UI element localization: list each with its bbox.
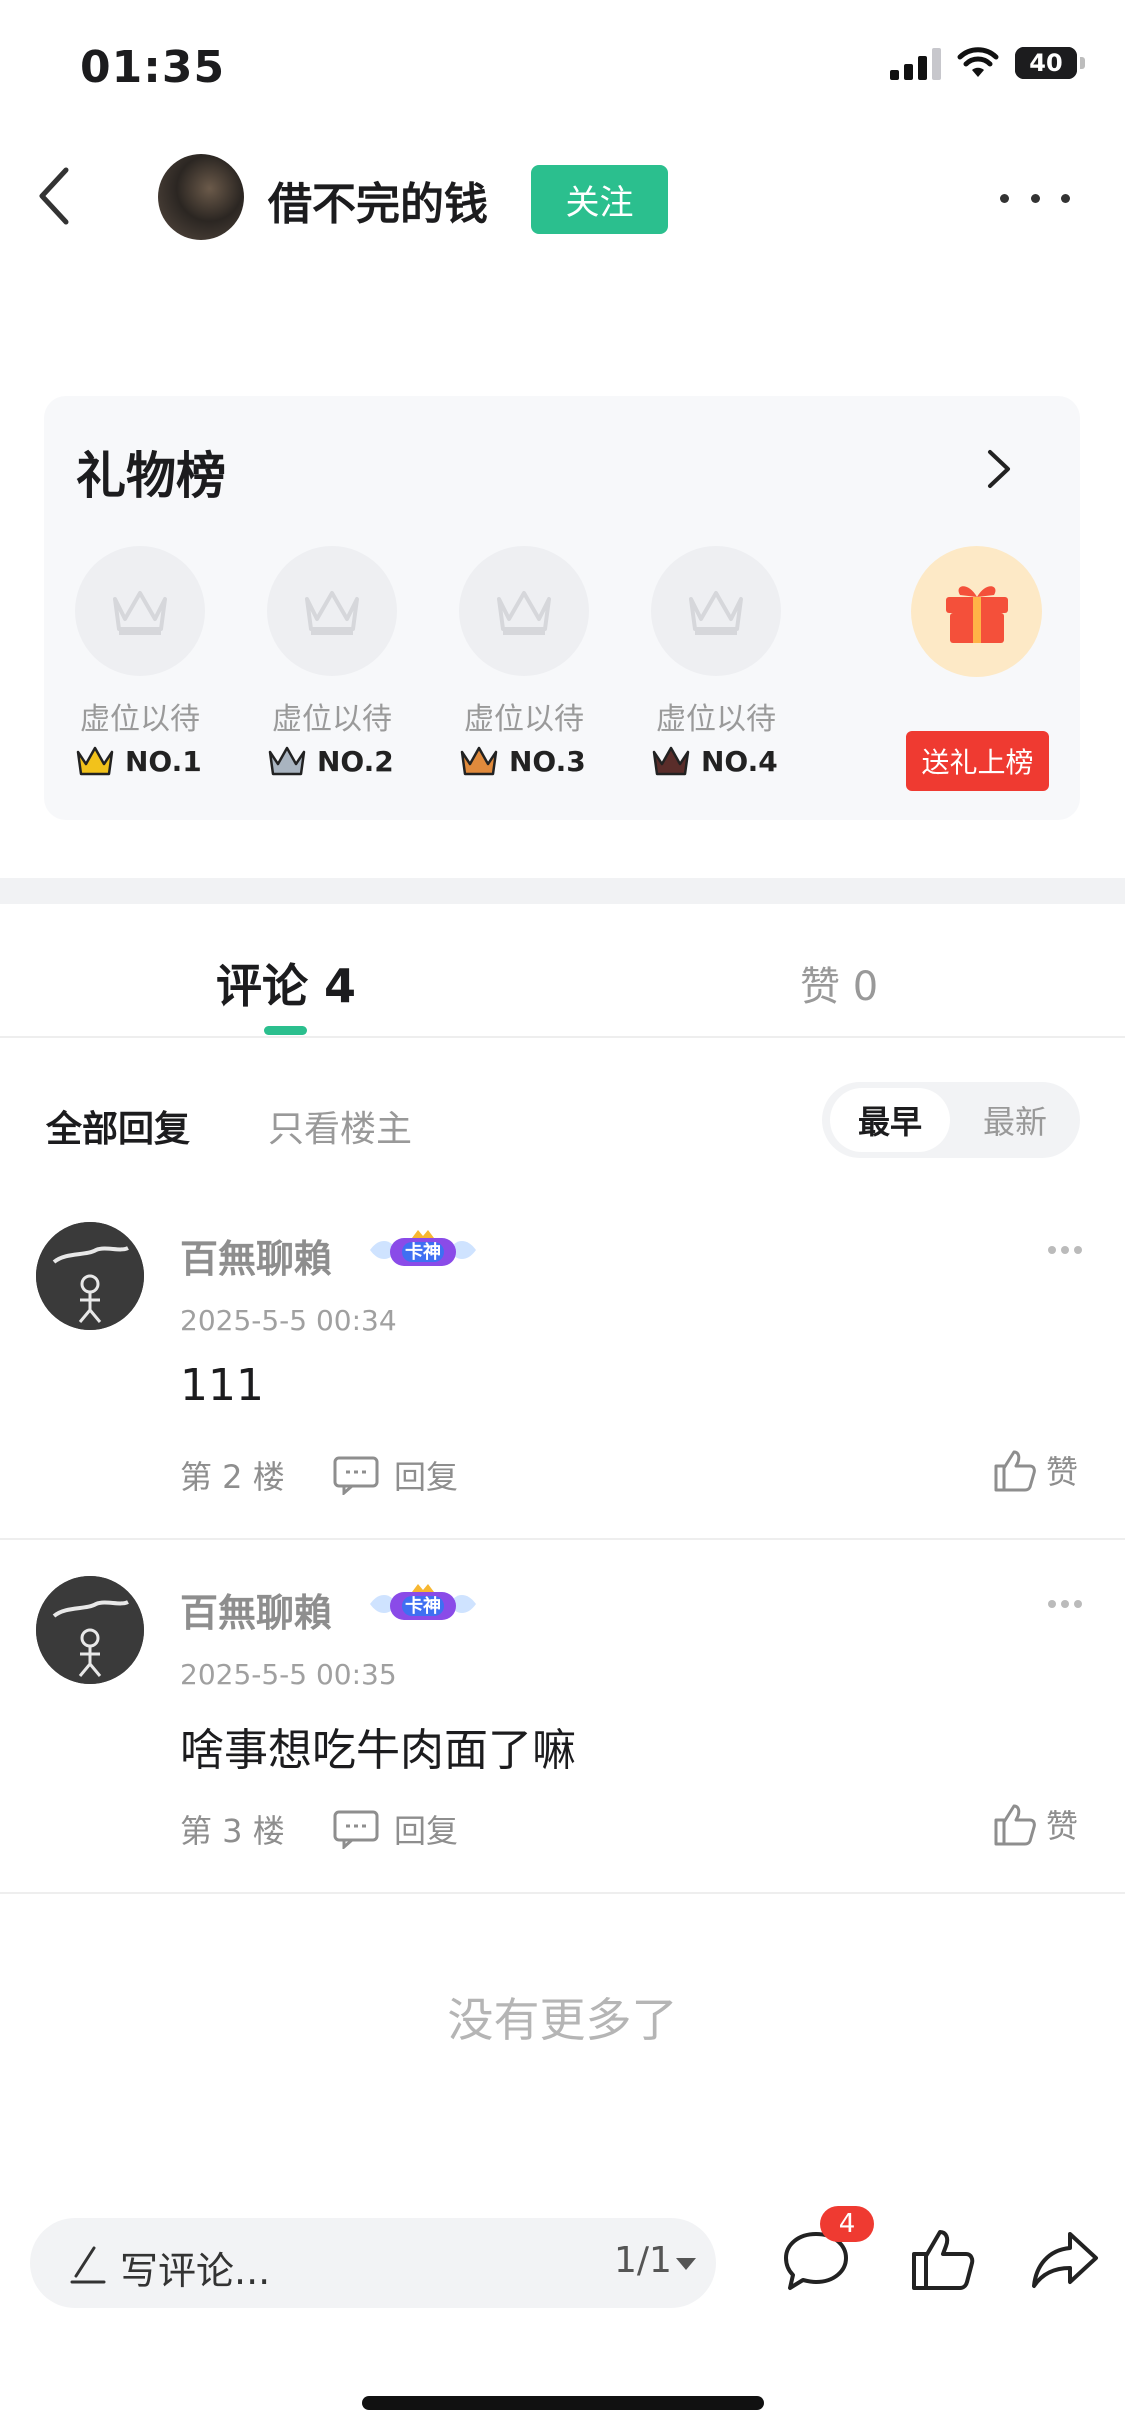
commenter-name[interactable]: 百無聊賴 bbox=[180, 1582, 332, 1637]
send-gift-button[interactable]: 送礼上榜 bbox=[906, 731, 1049, 791]
filter-owner-only[interactable]: 只看楼主 bbox=[268, 1100, 412, 1152]
comment-like-button[interactable]: 赞 bbox=[990, 1446, 1078, 1494]
pen-icon bbox=[70, 2246, 106, 2284]
home-indicator bbox=[362, 2396, 764, 2410]
gold-crown-icon bbox=[76, 746, 114, 776]
badge-label: 卡神 bbox=[405, 1242, 441, 1263]
empty-slot-crown-icon bbox=[651, 546, 781, 676]
reply-bubble-icon bbox=[333, 1810, 379, 1849]
status-icons: 40 bbox=[890, 46, 1085, 80]
comment-more-button[interactable] bbox=[1048, 1600, 1082, 1610]
rank-label: NO.1 bbox=[125, 744, 202, 778]
empty-slot-crown-icon bbox=[267, 546, 397, 676]
filter-all-replies[interactable]: 全部回复 bbox=[46, 1100, 190, 1152]
follow-button[interactable]: 关注 bbox=[531, 165, 668, 234]
dark-crown-icon bbox=[652, 746, 690, 776]
tab-divider bbox=[0, 1036, 1125, 1038]
gift-slot-1[interactable]: 虚位以待 NO.1 bbox=[75, 546, 205, 778]
no-more-text: 没有更多了 bbox=[447, 1993, 678, 2047]
chevron-right-icon[interactable] bbox=[980, 444, 1016, 494]
reply-label: 回复 bbox=[394, 1458, 459, 1496]
sort-earliest-button[interactable]: 最早 bbox=[830, 1088, 950, 1152]
silver-crown-icon bbox=[268, 746, 306, 776]
sort-latest-button[interactable]: 最新 bbox=[960, 1088, 1070, 1152]
rank-label: NO.4 bbox=[701, 744, 778, 778]
badge-label: 卡神 bbox=[405, 1596, 441, 1617]
gift-board-title: 礼物榜 bbox=[76, 447, 226, 505]
status-time: 01:35 bbox=[80, 42, 226, 93]
gift-slot-4[interactable]: 虚位以待 NO.4 bbox=[651, 546, 781, 778]
gift-icon[interactable] bbox=[911, 546, 1042, 677]
comment-text: 啥事想吃牛肉面了嘛 bbox=[180, 1725, 576, 1776]
reply-bubble-icon bbox=[333, 1456, 379, 1495]
section-divider bbox=[0, 878, 1125, 904]
comment-like-button[interactable]: 赞 bbox=[990, 1800, 1078, 1848]
comment-count-badge: 4 bbox=[820, 2206, 874, 2242]
slot-label: 虚位以待 bbox=[272, 702, 392, 737]
cellular-signal-icon bbox=[890, 46, 941, 80]
slot-label: 虚位以待 bbox=[464, 702, 584, 737]
rank-label: NO.3 bbox=[509, 744, 586, 778]
tab-likes[interactable]: 赞 0 bbox=[800, 954, 878, 1012]
page-indicator[interactable]: 1/1 bbox=[614, 2240, 672, 2281]
comment-text: 111 bbox=[180, 1360, 264, 1411]
bronze-crown-icon bbox=[460, 746, 498, 776]
like-label: 赞 bbox=[1046, 1807, 1079, 1845]
comment-divider bbox=[0, 1538, 1125, 1540]
back-button[interactable] bbox=[30, 160, 78, 232]
share-icon[interactable] bbox=[1030, 2228, 1100, 2290]
author-name[interactable]: 借不完的钱 bbox=[268, 168, 488, 232]
empty-slot-crown-icon bbox=[459, 546, 589, 676]
like-label: 赞 bbox=[1046, 1453, 1079, 1491]
comment-floor: 第 2 楼 bbox=[180, 1458, 285, 1496]
thumbs-up-icon bbox=[994, 1450, 1036, 1492]
comment-time: 2025-5-5 00:34 bbox=[180, 1304, 397, 1337]
slot-label: 虚位以待 bbox=[656, 702, 776, 737]
reply-label: 回复 bbox=[394, 1812, 459, 1850]
like-icon[interactable] bbox=[908, 2224, 978, 2294]
commenter-name[interactable]: 百無聊賴 bbox=[180, 1228, 332, 1283]
wifi-icon bbox=[957, 47, 999, 77]
battery-icon: 40 bbox=[1015, 47, 1085, 79]
caret-down-icon[interactable] bbox=[676, 2258, 696, 2270]
rank-label: NO.2 bbox=[317, 744, 394, 778]
gift-slot-3[interactable]: 虚位以待 NO.3 bbox=[459, 546, 589, 778]
battery-level: 40 bbox=[1029, 49, 1063, 77]
reply-button[interactable]: 回复 bbox=[332, 1806, 458, 1852]
gift-slot-2[interactable]: 虚位以待 NO.2 bbox=[267, 546, 397, 778]
comment-time: 2025-5-5 00:35 bbox=[180, 1658, 397, 1691]
comment-more-button[interactable] bbox=[1048, 1246, 1082, 1256]
commenter-avatar[interactable] bbox=[36, 1222, 144, 1330]
empty-slot-crown-icon bbox=[75, 546, 205, 676]
tab-active-indicator bbox=[264, 1026, 307, 1035]
thumbs-up-icon bbox=[994, 1804, 1036, 1846]
comment-floor: 第 3 楼 bbox=[180, 1812, 285, 1850]
comment-placeholder[interactable]: 写评论... bbox=[120, 2240, 270, 2295]
more-options-button[interactable] bbox=[1000, 178, 1070, 218]
slot-label: 虚位以待 bbox=[80, 702, 200, 737]
tab-comments[interactable]: 评论 4 bbox=[216, 950, 356, 1016]
comment-divider bbox=[0, 1892, 1125, 1894]
author-avatar[interactable] bbox=[158, 154, 244, 240]
reply-button[interactable]: 回复 bbox=[332, 1452, 458, 1498]
commenter-avatar[interactable] bbox=[36, 1576, 144, 1684]
